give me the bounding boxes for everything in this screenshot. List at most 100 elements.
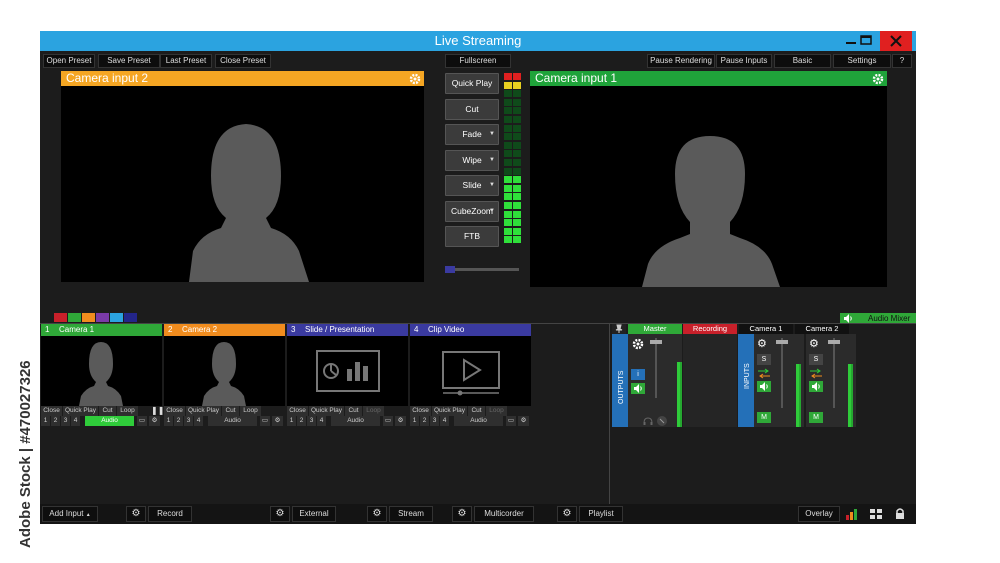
input-quick-play-button[interactable]: Quick Play bbox=[63, 406, 99, 416]
close-icon[interactable] bbox=[880, 31, 912, 51]
grid-layout-icon[interactable] bbox=[867, 506, 885, 522]
preview-video[interactable] bbox=[61, 86, 424, 282]
input-close-button[interactable]: Close bbox=[410, 406, 432, 416]
layer-number-button[interactable]: 3 bbox=[307, 416, 317, 426]
transition-ftb-button[interactable]: FTB bbox=[445, 226, 499, 247]
input-quick-play-button[interactable]: Quick Play bbox=[309, 406, 345, 416]
overlay-button[interactable]: Overlay bbox=[798, 506, 840, 522]
channel-gear-icon[interactable]: ⚙ bbox=[757, 337, 771, 351]
monitor-icon[interactable]: ▭ bbox=[260, 416, 271, 426]
settings-button[interactable]: Settings bbox=[833, 54, 891, 68]
layer-number-button[interactable]: 3 bbox=[430, 416, 440, 426]
layer-number-button[interactable]: 2 bbox=[297, 416, 307, 426]
solo-button[interactable]: S bbox=[809, 354, 823, 365]
preview-gear-icon[interactable] bbox=[408, 72, 422, 86]
fullscreen-button[interactable]: Fullscreen bbox=[445, 54, 511, 68]
open-preset-button[interactable]: Open Preset bbox=[43, 54, 95, 68]
multicorder-button[interactable]: Multicorder bbox=[474, 506, 534, 522]
record-button[interactable]: Record bbox=[148, 506, 192, 522]
input-loop-button[interactable]: Loop bbox=[240, 406, 262, 416]
input-cut-button[interactable]: Cut bbox=[222, 406, 240, 416]
layer-number-button[interactable]: 1 bbox=[41, 416, 51, 426]
headphones-icon[interactable] bbox=[642, 414, 654, 426]
color-tab[interactable] bbox=[68, 313, 81, 322]
transition-slider[interactable] bbox=[445, 263, 519, 277]
transition-quick-play-button[interactable]: Quick Play bbox=[445, 73, 499, 94]
input-gear-icon[interactable]: ⚙ bbox=[395, 416, 407, 426]
help-button[interactable]: ? bbox=[892, 54, 912, 68]
layer-number-button[interactable]: 1 bbox=[164, 416, 174, 426]
recording-tab[interactable]: Recording bbox=[683, 324, 737, 334]
lock-icon[interactable] bbox=[891, 506, 909, 522]
layer-number-button[interactable]: 2 bbox=[174, 416, 184, 426]
monitor-icon[interactable]: ▭ bbox=[506, 416, 517, 426]
transition-slide-button[interactable]: Slide ▼ bbox=[445, 175, 499, 196]
input-close-button[interactable]: Close bbox=[287, 406, 309, 416]
pin-icon[interactable] bbox=[612, 324, 626, 334]
layer-number-button[interactable]: 1 bbox=[287, 416, 297, 426]
color-tab[interactable] bbox=[124, 313, 137, 322]
color-tab[interactable] bbox=[54, 313, 67, 322]
input-quick-play-button[interactable]: Quick Play bbox=[432, 406, 468, 416]
layer-number-button[interactable]: 4 bbox=[194, 416, 204, 426]
layer-number-button[interactable]: 1 bbox=[410, 416, 420, 426]
input-close-button[interactable]: Close bbox=[41, 406, 63, 416]
playlist-gear-icon[interactable]: ⚙ bbox=[557, 506, 577, 522]
external-gear-icon[interactable]: ⚙ bbox=[270, 506, 290, 522]
channel-fader[interactable] bbox=[828, 340, 840, 344]
input-thumbnail[interactable] bbox=[287, 336, 408, 406]
input-thumbnail[interactable] bbox=[41, 336, 162, 406]
input-thumbnail[interactable] bbox=[164, 336, 285, 406]
last-preset-button[interactable]: Last Preset bbox=[160, 54, 212, 68]
pause-rendering-button[interactable]: Pause Rendering bbox=[647, 54, 715, 68]
input-loop-button[interactable]: Loop bbox=[363, 406, 385, 416]
color-tab[interactable] bbox=[110, 313, 123, 322]
channel-speaker-icon[interactable] bbox=[757, 381, 771, 392]
stream-gear-icon[interactable]: ⚙ bbox=[367, 506, 387, 522]
pause-icon[interactable]: ❚❚ bbox=[151, 406, 164, 416]
input-audio-button[interactable]: Audio bbox=[85, 416, 135, 426]
transition-fade-button[interactable]: Fade ▼ bbox=[445, 124, 499, 145]
input-audio-button[interactable]: Audio bbox=[331, 416, 381, 426]
master-gear-icon[interactable] bbox=[631, 337, 645, 351]
layer-number-button[interactable]: 4 bbox=[71, 416, 81, 426]
input-audio-button[interactable]: Audio bbox=[454, 416, 504, 426]
route-arrows-icon[interactable] bbox=[757, 367, 771, 379]
monitor-icon[interactable]: ▭ bbox=[137, 416, 148, 426]
route-arrows-icon[interactable] bbox=[809, 367, 823, 379]
output-video[interactable] bbox=[530, 86, 887, 287]
layer-number-button[interactable]: 2 bbox=[51, 416, 61, 426]
color-tab[interactable] bbox=[82, 313, 95, 322]
solo-button[interactable]: S bbox=[757, 354, 771, 365]
save-preset-button[interactable]: Save Preset bbox=[98, 54, 160, 68]
master-tab[interactable]: Master bbox=[628, 324, 682, 334]
input-audio-button[interactable]: Audio bbox=[208, 416, 258, 426]
multicorder-gear-icon[interactable]: ⚙ bbox=[452, 506, 472, 522]
layer-number-button[interactable]: 4 bbox=[317, 416, 327, 426]
external-button[interactable]: External bbox=[292, 506, 336, 522]
input-thumbnail[interactable] bbox=[410, 336, 531, 406]
transition-wipe-button[interactable]: Wipe ▼ bbox=[445, 149, 499, 171]
mute-button[interactable]: M bbox=[809, 412, 823, 423]
input-gear-icon[interactable]: ⚙ bbox=[518, 416, 530, 426]
mute-button[interactable]: M bbox=[757, 412, 771, 423]
pause-inputs-button[interactable]: Pause Inputs bbox=[716, 54, 772, 68]
record-gear-icon[interactable]: ⚙ bbox=[126, 506, 146, 522]
transition-cubezoom-button[interactable]: CubeZoom ▼ bbox=[445, 200, 499, 222]
transition-cut-button[interactable]: Cut bbox=[445, 98, 499, 120]
minimize-icon[interactable] bbox=[844, 31, 858, 51]
close-preset-button[interactable]: Close Preset bbox=[215, 54, 271, 68]
input-close-button[interactable]: Close bbox=[164, 406, 186, 416]
channel-gear-icon[interactable]: ⚙ bbox=[809, 337, 823, 351]
input-quick-play-button[interactable]: Quick Play bbox=[186, 406, 222, 416]
input-gear-icon[interactable]: ⚙ bbox=[272, 416, 284, 426]
info-button[interactable]: i bbox=[631, 369, 645, 380]
input-cut-button[interactable]: Cut bbox=[468, 406, 486, 416]
channel-fader[interactable] bbox=[776, 340, 788, 344]
master-mute-icon[interactable] bbox=[631, 383, 645, 394]
playlist-button[interactable]: Playlist bbox=[579, 506, 623, 522]
input-loop-button[interactable]: Loop bbox=[117, 406, 139, 416]
monitor-icon[interactable]: ▭ bbox=[383, 416, 394, 426]
knob-icon[interactable] bbox=[656, 414, 668, 426]
signal-bars-icon[interactable] bbox=[844, 506, 862, 522]
